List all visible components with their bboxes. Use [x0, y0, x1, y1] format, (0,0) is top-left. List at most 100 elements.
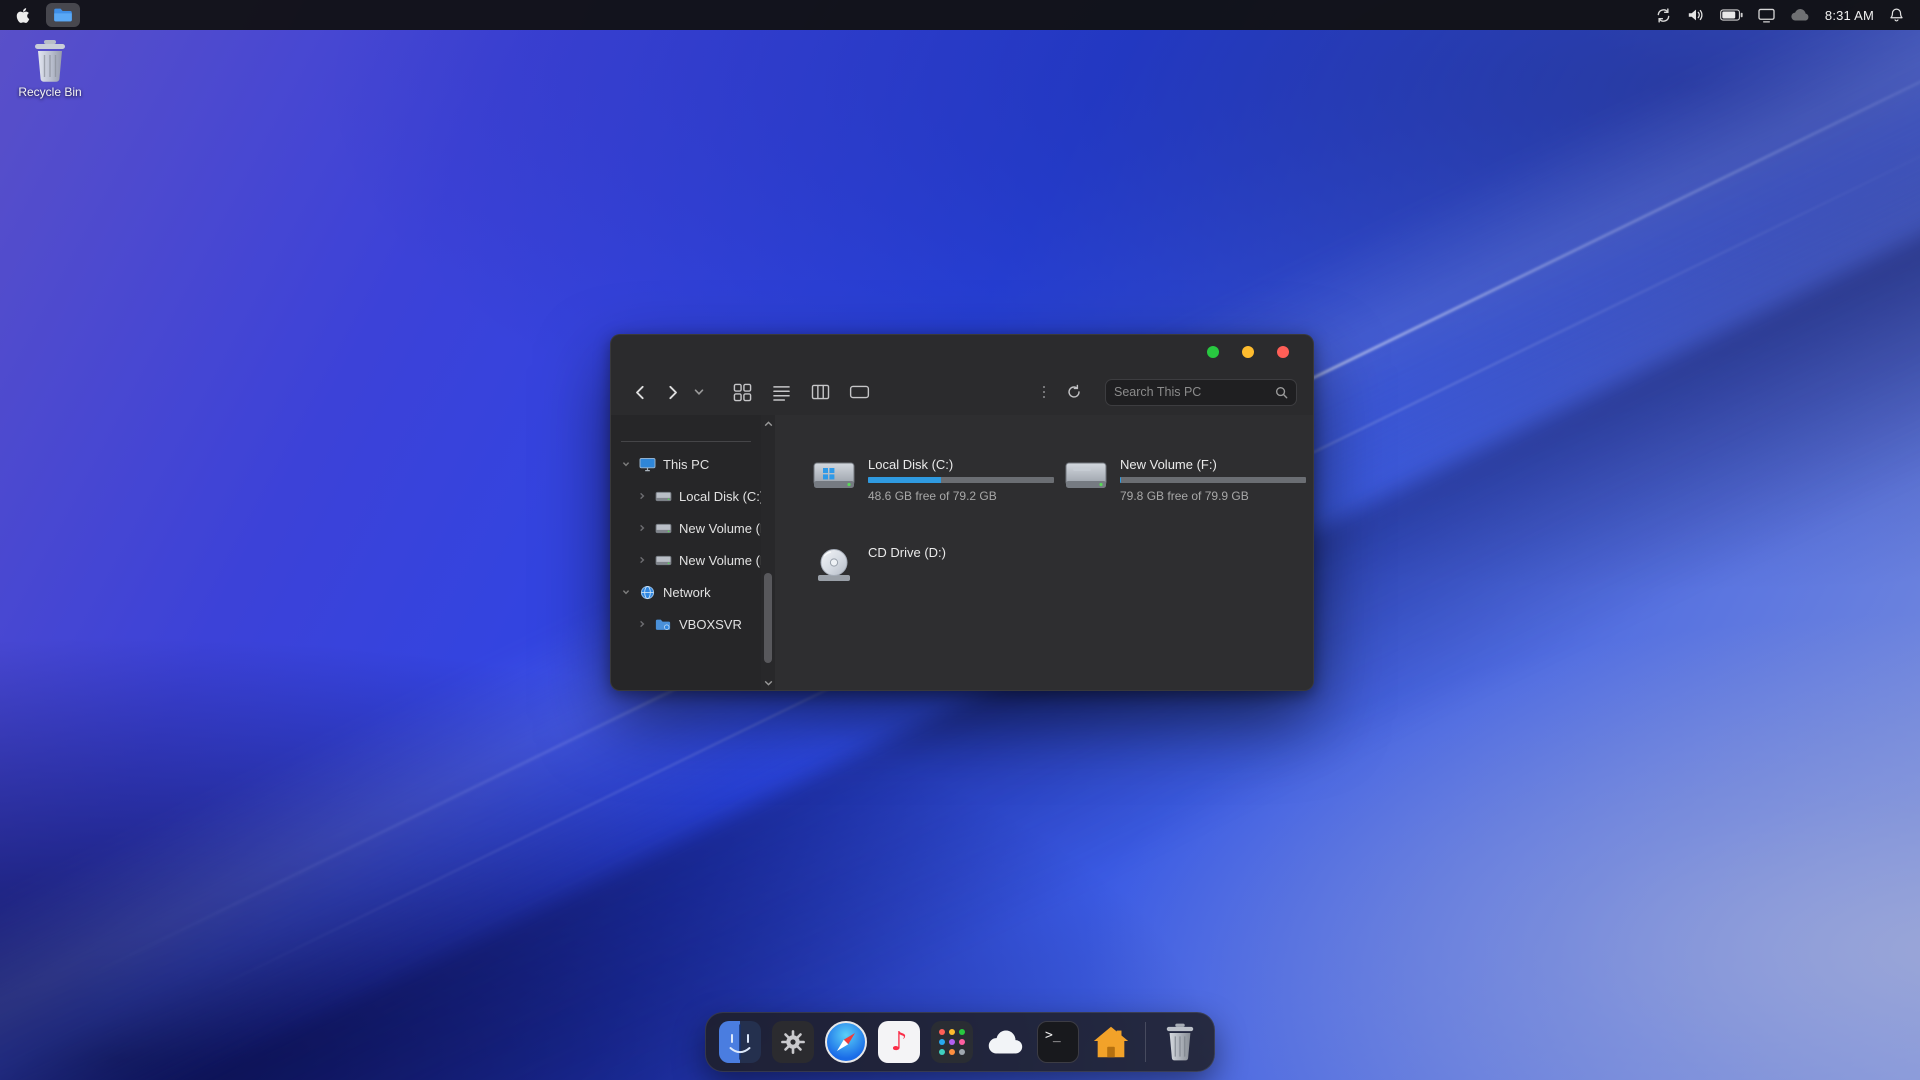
explorer-content: Local Disk (C:) 48.6 GB free of 79.2 GB …: [775, 415, 1314, 691]
drive-usage-fill: [1120, 477, 1121, 483]
shared-folder-icon: [654, 618, 672, 631]
sidebar-item-local-disk-c[interactable]: Local Disk (C:): [611, 480, 761, 512]
drive-icon: [654, 522, 672, 535]
dock-item-launchpad[interactable]: [930, 1020, 974, 1064]
dock: ♪ >_: [705, 1012, 1215, 1072]
sidebar-item-new-volume-1[interactable]: New Volume (F:: [611, 512, 761, 544]
menu-bar-clock[interactable]: 8:31 AM: [1825, 8, 1874, 23]
more-options-icon[interactable]: [1043, 386, 1046, 399]
drive-tile-cd-drive-d[interactable]: CD Drive (D:): [811, 545, 1063, 613]
columns-view-button[interactable]: [807, 379, 833, 405]
dock-item-settings[interactable]: [771, 1020, 815, 1064]
history-dropdown-icon[interactable]: [691, 379, 707, 405]
gallery-view-button[interactable]: [846, 379, 872, 405]
pc-icon: [638, 457, 656, 472]
sync-status-icon[interactable]: [1655, 7, 1672, 24]
drive-name: Local Disk (C:): [868, 457, 1054, 472]
volume-icon[interactable]: [1687, 7, 1705, 23]
cloud-icon: [984, 1027, 1026, 1057]
dock-item-music[interactable]: ♪: [877, 1020, 921, 1064]
drive-usage-fill: [868, 477, 941, 483]
explorer-sidebar: This PC Local Disk (C:) New Volume (F: N…: [611, 415, 761, 691]
dock-item-weather[interactable]: [983, 1020, 1027, 1064]
folder-icon: [53, 7, 73, 23]
bell-icon[interactable]: [1889, 7, 1904, 23]
chevron-right-icon[interactable]: [637, 492, 647, 500]
traffic-lights: [1207, 346, 1289, 358]
sidebar-item-label: Local Disk (C:): [679, 489, 761, 504]
chevron-down-icon[interactable]: [621, 588, 631, 596]
forward-button[interactable]: [659, 379, 685, 405]
recycle-bin-label: Recycle Bin: [12, 85, 88, 99]
scroll-up-icon[interactable]: [763, 421, 773, 427]
drive-tile-local-disk-c[interactable]: Local Disk (C:) 48.6 GB free of 79.2 GB: [811, 457, 1063, 525]
sidebar-item-network[interactable]: Network: [611, 576, 761, 608]
chevron-right-icon[interactable]: [637, 556, 647, 564]
search-icon: [1275, 386, 1288, 399]
drive-icon: [654, 554, 672, 567]
drive-usage-bar: [868, 477, 1054, 483]
dock-item-safari[interactable]: [824, 1020, 868, 1064]
dock-separator: [1145, 1022, 1146, 1062]
grid-view-button[interactable]: [729, 379, 755, 405]
chevron-down-icon[interactable]: [621, 460, 631, 468]
list-view-button[interactable]: [768, 379, 794, 405]
battery-icon[interactable]: [1720, 9, 1743, 21]
dock-item-home[interactable]: [1089, 1020, 1133, 1064]
launchpad-icon: [931, 1021, 973, 1063]
chevron-right-icon[interactable]: [637, 620, 647, 628]
scrollbar-thumb[interactable]: [764, 573, 772, 663]
explorer-toolbar: [611, 369, 1313, 415]
dock-item-finder[interactable]: [718, 1020, 762, 1064]
drive-detail: 79.8 GB free of 79.9 GB: [1120, 489, 1306, 503]
cloud-icon[interactable]: [1790, 8, 1810, 22]
display-icon[interactable]: [1758, 8, 1775, 23]
sidebar-item-label: VBOXSVR: [679, 617, 742, 632]
drive-tile-new-volume-f[interactable]: New Volume (F:) 79.8 GB free of 79.9 GB: [1063, 457, 1314, 525]
window-zoom-button[interactable]: [1207, 346, 1219, 358]
sidebar-item-label: New Volume (F:: [679, 521, 761, 536]
drive-name: New Volume (F:): [1120, 457, 1306, 472]
home-icon: [1091, 1022, 1131, 1062]
window-minimize-button[interactable]: [1242, 346, 1254, 358]
hdd-icon: [811, 458, 857, 498]
recycle-bin-desktop-icon[interactable]: Recycle Bin: [12, 38, 88, 99]
chevron-right-icon[interactable]: [637, 524, 647, 532]
dock-item-trash[interactable]: [1158, 1020, 1202, 1064]
sidebar-item-label: Network: [663, 585, 711, 600]
active-app-indicator[interactable]: [46, 3, 80, 27]
trash-icon: [1163, 1022, 1197, 1062]
back-button[interactable]: [627, 379, 653, 405]
sidebar-item-vboxsvr[interactable]: VBOXSVR: [611, 608, 761, 640]
drive-name: CD Drive (D:): [868, 545, 946, 560]
window-titlebar[interactable]: [611, 335, 1313, 369]
apple-menu-icon[interactable]: [16, 7, 30, 24]
terminal-icon: >_: [1037, 1021, 1079, 1063]
globe-icon: [638, 585, 656, 600]
file-explorer-window: This PC Local Disk (C:) New Volume (F: N…: [610, 334, 1314, 691]
gear-icon: [772, 1021, 814, 1063]
drive-detail: 48.6 GB free of 79.2 GB: [868, 489, 1054, 503]
refresh-button[interactable]: [1061, 379, 1087, 405]
drive-icon: [654, 490, 672, 503]
dock-item-terminal[interactable]: >_: [1036, 1020, 1080, 1064]
sidebar-item-label: This PC: [663, 457, 709, 472]
view-mode-group: [729, 379, 872, 405]
hdd-icon: [1063, 458, 1109, 498]
drive-usage-bar: [1120, 477, 1306, 483]
cd-drive-icon: [811, 546, 857, 586]
sidebar-item-this-pc[interactable]: This PC: [611, 448, 761, 480]
sidebar-divider: [621, 441, 751, 442]
sidebar-item-new-volume-2[interactable]: New Volume (F:): [611, 544, 761, 576]
finder-icon: [719, 1021, 761, 1063]
music-note-icon: ♪: [878, 1021, 920, 1063]
menu-bar: 8:31 AM: [0, 0, 1920, 30]
recycle-bin-icon: [31, 38, 69, 82]
search-input[interactable]: [1114, 385, 1269, 399]
sidebar-scrollbar[interactable]: [761, 415, 775, 691]
scroll-down-icon[interactable]: [763, 680, 773, 686]
window-close-button[interactable]: [1277, 346, 1289, 358]
safari-compass-icon: [825, 1021, 867, 1063]
search-box: [1105, 379, 1297, 406]
sidebar-item-label: New Volume (F:): [679, 553, 761, 568]
